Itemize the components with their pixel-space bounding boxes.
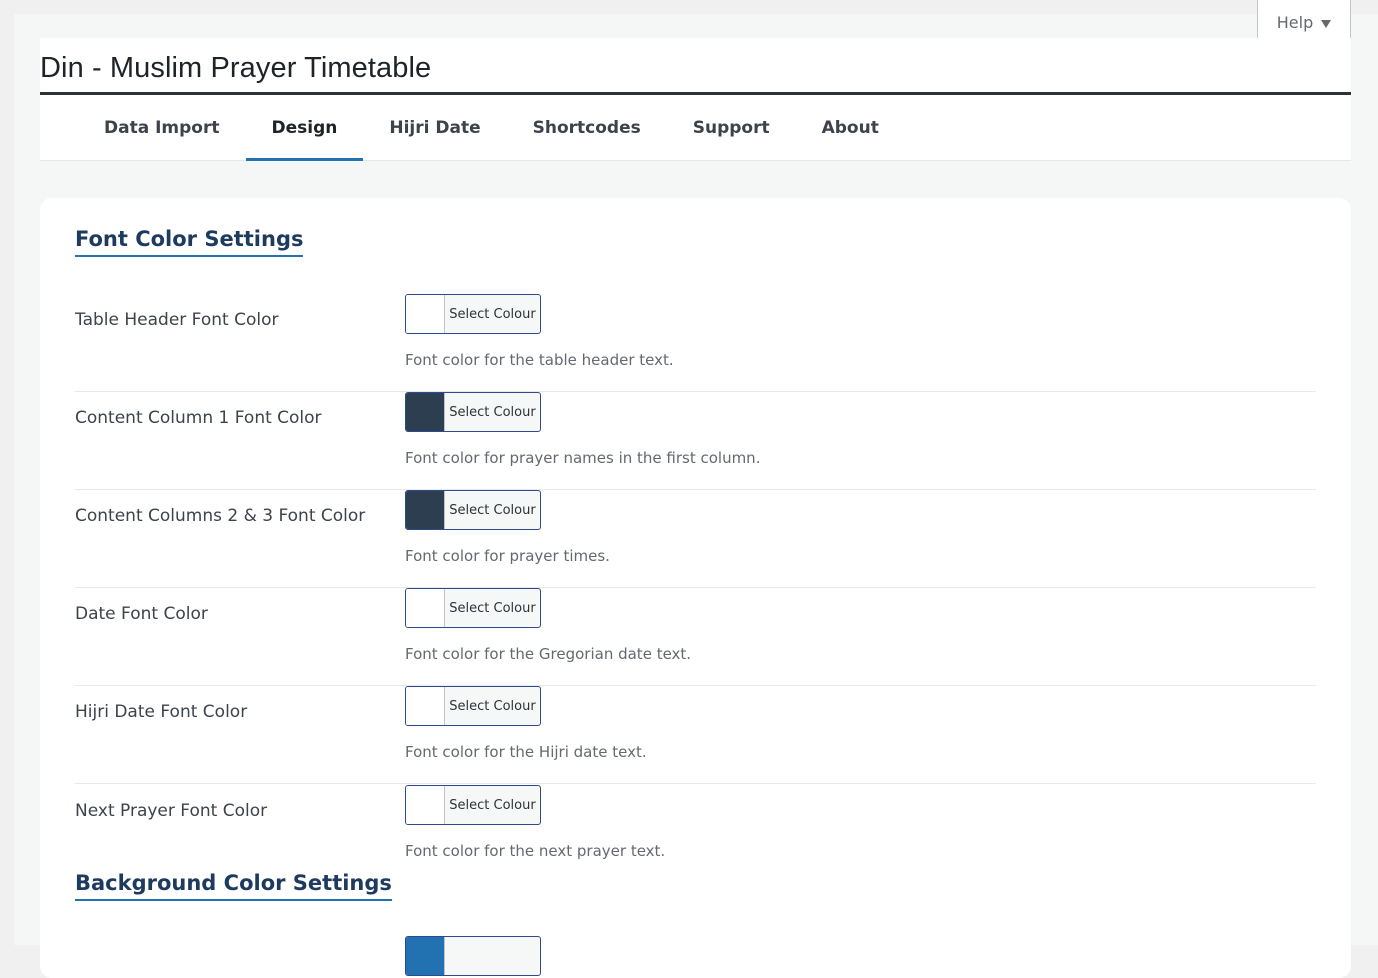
select-colour-label: Select Colour	[449, 306, 536, 322]
caret-down-icon	[1321, 19, 1332, 28]
tab-hijri-date[interactable]: Hijri Date	[363, 95, 506, 160]
admin-content: Help Din - Muslim Prayer Timetable Data …	[14, 0, 1378, 978]
setting-row-content-col1-font: Content Column 1 Font Color Select Colou…	[75, 392, 1316, 490]
select-colour-button[interactable]: Select Colour	[405, 686, 541, 726]
setting-row-hijri-date-font: Hijri Date Font Color Select Colour Font…	[75, 686, 1316, 784]
background-color-settings-title: Background Color Settings	[75, 871, 392, 901]
color-swatch	[406, 393, 445, 431]
setting-row-content-col23-font: Content Columns 2 & 3 Font Color Select …	[75, 490, 1316, 588]
tab-support[interactable]: Support	[667, 95, 796, 160]
setting-row-table-header-font: Table Header Font Color Select Colour Fo…	[75, 294, 1316, 392]
setting-row-date-font: Date Font Color Select Colour Font color…	[75, 588, 1316, 686]
page-header: Din - Muslim Prayer Timetable	[40, 38, 1351, 95]
settings-tabs: Data Import Design Hijri Date Shortcodes…	[40, 95, 1351, 161]
select-colour-button[interactable]: Select Colour	[405, 588, 541, 628]
select-colour-label: Select Colour	[449, 797, 536, 813]
font-color-settings-title: Font Color Settings	[75, 227, 304, 257]
setting-label: Content Columns 2 & 3 Font Color	[75, 506, 366, 526]
setting-description: Font color for the Gregorian date text.	[405, 645, 692, 663]
setting-description: Font color for the next prayer text.	[405, 842, 666, 860]
setting-label: Date Font Color	[75, 604, 208, 624]
setting-row-next-prayer-font: Next Prayer Font Color Select Colour Fon…	[75, 785, 1316, 883]
setting-label: Next Prayer Font Color	[75, 801, 268, 821]
help-label: Help	[1276, 13, 1314, 32]
setting-description: Font color for the table header text.	[405, 351, 674, 369]
setting-description: Font color for the Hijri date text.	[405, 743, 647, 761]
setting-description: Font color for prayer names in the first…	[405, 449, 761, 467]
select-colour-label: Select Colour	[449, 600, 536, 616]
tab-about[interactable]: About	[796, 95, 905, 160]
tab-design[interactable]: Design	[245, 95, 364, 161]
tab-shortcodes[interactable]: Shortcodes	[507, 95, 667, 160]
help-tab-button[interactable]: Help	[1257, 0, 1351, 42]
color-swatch	[406, 786, 445, 824]
setting-label: Content Column 1 Font Color	[75, 408, 322, 428]
select-colour-button[interactable]: Select Colour	[405, 294, 541, 334]
color-swatch	[406, 687, 445, 725]
setting-description: Font color for prayer times.	[405, 547, 610, 565]
select-colour-label: Select Colour	[449, 698, 536, 714]
color-swatch	[406, 589, 445, 627]
page-title: Din - Muslim Prayer Timetable	[40, 52, 432, 84]
color-swatch	[406, 491, 445, 529]
select-colour-button[interactable]	[405, 936, 541, 976]
select-colour-button[interactable]: Select Colour	[405, 392, 541, 432]
setting-label: Hijri Date Font Color	[75, 702, 248, 722]
tab-data-import[interactable]: Data Import	[78, 95, 246, 160]
select-colour-button[interactable]: Select Colour	[405, 490, 541, 530]
select-colour-button[interactable]: Select Colour	[405, 785, 541, 825]
select-colour-label: Select Colour	[449, 502, 536, 518]
color-swatch	[406, 295, 445, 333]
select-colour-label: Select Colour	[449, 404, 536, 420]
color-swatch	[406, 937, 445, 975]
setting-label: Table Header Font Color	[75, 310, 279, 330]
settings-card: Font Color Settings Table Header Font Co…	[40, 198, 1351, 978]
